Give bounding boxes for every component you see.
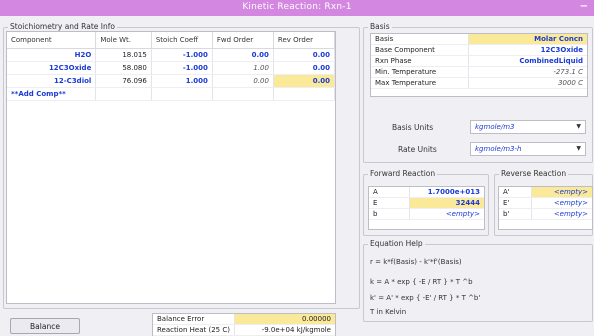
reaction-heat-value: -9.0e+04 kJ/kgmole [234,324,335,336]
basis-units-dropdown[interactable]: kgmole/m3 ▼ [470,120,586,134]
minimize-button[interactable]: − [580,1,588,12]
fwd-b-label: b [369,208,410,220]
rate-units-value: kgmole/m3-h [475,145,522,153]
fwd-b-value[interactable]: <empty> [409,208,484,220]
rev-e-value[interactable]: <empty> [531,197,592,209]
basis-value[interactable]: Molar Concn [468,34,587,45]
equation-line: r = k*f(Basis) - k'*f'(Basis) [370,258,462,266]
basis-table: Basis Molar Concn Base Component 12C3Oxi… [370,33,588,97]
fwd-e-label: E [369,197,410,209]
equation-line: T in Kelvin [370,308,407,316]
stoich-coeff-cell[interactable]: -1.000 [151,61,213,75]
reaction-heat-label: Reaction Heat (25 C) [153,324,236,336]
empty-cell [151,87,213,101]
rate-units-label: Rate Units [398,145,437,154]
chevron-down-icon: ▼ [576,145,581,152]
mole-wt-cell: 18.015 [95,48,152,62]
rev-b-value[interactable]: <empty> [531,208,592,220]
rate-units-dropdown[interactable]: kgmole/m3-h ▼ [470,142,586,156]
title-bar: Kinetic Reaction: Rxn-1 − [0,0,594,16]
table-row[interactable]: **Add Comp** [7,87,336,101]
table-row[interactable]: 12C3Oxide 58.080 -1.000 1.00 0.00 [7,61,336,75]
mole-wt-cell: 76.096 [95,74,152,88]
rxn-phase-value[interactable]: CombinedLiquid [468,55,587,67]
add-comp-cell[interactable]: **Add Comp** [7,87,97,101]
fwd-a-value[interactable]: 1.7000e+013 [409,187,484,198]
equation-help-label: Equation Help [368,239,425,248]
stoich-coeff-cell[interactable]: 1.000 [151,74,213,88]
fwd-order-cell[interactable]: 1.00 [212,61,274,75]
fwd-e-value[interactable]: 32444 [409,197,484,209]
max-temp-label: Max Temperature [371,77,469,89]
rev-order-cell[interactable]: 0.00 [273,48,336,62]
basis-units-value: kgmole/m3 [475,123,515,131]
component-cell[interactable]: H2O [7,48,97,62]
mole-wt-cell: 58.080 [95,61,152,75]
balance-button[interactable]: Balance [10,318,80,334]
min-temp-label: Min. Temperature [371,66,469,78]
empty-cell [95,87,152,101]
basis-units-label: Basis Units [392,123,434,132]
max-temp-value[interactable]: 3000 C [468,77,587,89]
equation-line: k = A * exp { -E / RT } * T ^b [370,278,473,286]
min-temp-value[interactable]: -273.1 C [468,66,587,78]
stoich-group-label: Stoichiometry and Rate Info [8,22,117,31]
balance-error-value: 0.00000 [234,314,335,325]
equation-line: k' = A' * exp { -E' / RT } * T ^b' [370,294,481,302]
reverse-reaction-label: Reverse Reaction [499,169,569,178]
reverse-table: A' <empty> E' <empty> b' <empty> [498,186,593,230]
col-fwd-order: Fwd Order [212,32,274,49]
basis-group-label: Basis [368,22,392,31]
table-row[interactable]: H2O 18.015 -1.000 0.00 0.00 [7,48,336,62]
rxn-phase-label: Rxn Phase [371,55,469,67]
stoich-table-panel: Component Mole Wt. Stoich Coeff Fwd Orde… [6,31,336,304]
stoich-header-row: Component Mole Wt. Stoich Coeff Fwd Orde… [7,32,336,49]
basis-label: Basis [371,34,469,45]
rev-e-label: E' [499,197,533,209]
base-component-label: Base Component [371,44,469,56]
empty-cell [273,87,336,101]
fwd-a-label: A [369,187,410,198]
col-rev-order: Rev Order [273,32,336,49]
fwd-order-cell[interactable]: 0.00 [212,74,274,88]
window-title: Kinetic Reaction: Rxn-1 [242,2,352,12]
rev-order-cell[interactable]: 0.00 [273,74,336,88]
col-mole-wt: Mole Wt. [95,32,152,49]
rev-a-label: A' [499,187,533,198]
col-component: Component [7,32,97,49]
component-cell[interactable]: 12C3Oxide [7,61,97,75]
empty-cell [212,87,274,101]
component-cell[interactable]: 12-C3diol [7,74,97,88]
rev-a-value[interactable]: <empty> [531,187,592,198]
rev-order-cell[interactable]: 0.00 [273,61,336,75]
table-row[interactable]: 12-C3diol 76.096 1.000 0.00 0.00 [7,74,336,88]
balance-info: Balance Error 0.00000 Reaction Heat (25 … [152,313,336,336]
stoich-table: Component Mole Wt. Stoich Coeff Fwd Orde… [7,32,336,101]
balance-error-label: Balance Error [153,314,236,325]
base-component-value[interactable]: 12C3Oxide [468,44,587,56]
forward-reaction-label: Forward Reaction [368,169,438,178]
chevron-down-icon: ▼ [576,123,581,130]
col-stoich-coeff: Stoich Coeff [151,32,213,49]
rev-b-label: b' [499,208,533,220]
fwd-order-cell[interactable]: 0.00 [212,48,274,62]
forward-table: A 1.7000e+013 E 32444 b <empty> [368,186,485,230]
stoich-coeff-cell[interactable]: -1.000 [151,48,213,62]
